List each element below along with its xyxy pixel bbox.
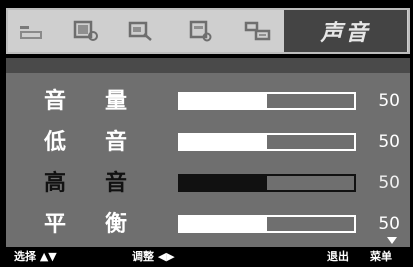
balance-slider[interactable]	[178, 215, 356, 233]
setting-label: 音	[43, 88, 66, 114]
hint-menu: 菜单	[370, 250, 392, 263]
slider-fill	[180, 217, 267, 231]
volume-slider[interactable]	[178, 92, 356, 110]
tab-sound-label: 声音	[320, 20, 371, 46]
bass-slider[interactable]	[178, 133, 356, 151]
setting-label: 音	[104, 170, 127, 196]
setting-label: 量	[104, 88, 127, 114]
slider-fill	[180, 94, 267, 108]
slider-fill	[180, 135, 267, 149]
tab-picture[interactable]	[12, 10, 52, 52]
source-input-icon	[73, 20, 98, 41]
setting-value: 50	[378, 132, 400, 152]
setting-row-treble[interactable]: 高 音 50	[6, 165, 410, 201]
menu-tab-bar: 声音	[6, 8, 410, 54]
tab-layout[interactable]	[238, 10, 278, 52]
timer-settings-icon	[189, 20, 212, 42]
setting-value: 50	[378, 173, 400, 193]
tab-source[interactable]	[66, 10, 106, 52]
sound-settings-panel: 音 量 50 低 音 50 高 音 50 平 衡 50	[6, 73, 410, 247]
setting-label: 平	[43, 211, 66, 237]
key-hint-bar: 选择 ▲▼ 调整 ◀▶ 退出 菜单	[0, 247, 413, 267]
setting-row-volume[interactable]: 音 量 50	[6, 83, 410, 119]
setting-value: 50	[378, 91, 400, 111]
header-divider	[6, 58, 410, 73]
tab-timer[interactable]	[181, 10, 221, 52]
setting-label: 高	[43, 170, 66, 196]
setting-label: 低	[43, 129, 66, 155]
picture-adjust-icon	[20, 26, 42, 39]
hint-select: 选择 ▲▼	[14, 250, 57, 263]
osd-menu: 声音 音 量 50 低 音 50 高 音 50 平 衡 50 选择 ▲▼ 调整 …	[0, 0, 413, 267]
setting-row-balance[interactable]: 平 衡 50	[6, 206, 410, 242]
slider-fill	[180, 176, 267, 190]
scroll-down-arrow-icon	[387, 237, 397, 244]
hint-adjust: 调整 ◀▶	[132, 250, 175, 263]
screen-select-icon	[128, 21, 152, 41]
treble-slider[interactable]	[178, 174, 356, 192]
tab-screen[interactable]	[121, 10, 161, 52]
hint-exit: 退出	[327, 250, 349, 263]
setting-label: 衡	[104, 211, 127, 237]
tab-sound[interactable]: 声音	[284, 10, 407, 52]
setting-label: 音	[104, 129, 127, 155]
layout-settings-icon	[244, 21, 271, 41]
setting-row-bass[interactable]: 低 音 50	[6, 124, 410, 160]
